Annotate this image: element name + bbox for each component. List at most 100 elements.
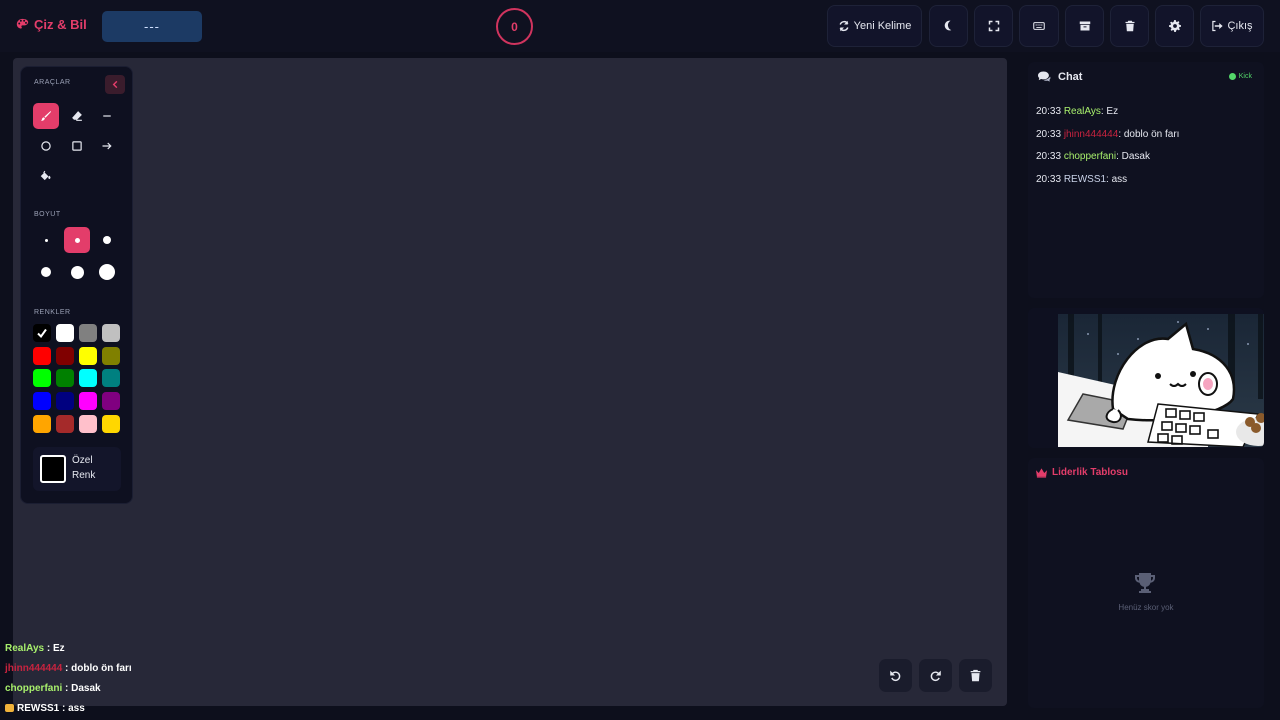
collapse-panel-button[interactable] [105, 75, 125, 94]
leaderboard-panel: Liderlik Tablosu Henüz skor yok [1028, 458, 1264, 708]
leaderboard-empty-text: Henüz skor yok [1118, 603, 1174, 612]
overlay-chat-line: REWSS1 : ass [5, 703, 85, 714]
eraser-tool[interactable] [64, 103, 90, 129]
size-option-4[interactable] [33, 259, 59, 285]
top-bar: Çiz & Bil --- 0 Yeni Kelime Çıkış [0, 0, 1280, 52]
badge-icon [5, 704, 14, 713]
arrow-tool[interactable] [94, 133, 120, 159]
overlay-chat-user: jhinn444444 [5, 663, 63, 674]
size-option-1[interactable] [33, 227, 59, 253]
drawing-canvas[interactable] [13, 58, 1007, 706]
leaderboard-header: Liderlik Tablosu [1036, 467, 1128, 478]
fill-bucket-icon [40, 170, 51, 181]
comments-icon [1038, 71, 1051, 82]
fullscreen-button[interactable] [974, 5, 1013, 47]
chat-message-time: 20:33 [1036, 106, 1062, 117]
color-swatch[interactable] [79, 369, 97, 388]
settings-button[interactable] [1155, 5, 1194, 47]
size-option-3[interactable] [94, 227, 120, 253]
custom-color-preview [40, 455, 66, 483]
color-swatch[interactable] [79, 324, 97, 342]
size-option-6[interactable] [94, 259, 120, 285]
color-swatch[interactable] [102, 324, 120, 342]
clear-canvas-button[interactable] [959, 659, 992, 692]
kick-status: Kick [1228, 73, 1252, 80]
keyboard-icon [1033, 22, 1045, 30]
custom-color-label-line2: Renk [72, 470, 96, 481]
color-swatch[interactable] [33, 324, 51, 342]
arrow-right-icon [102, 142, 112, 150]
keyboard-button[interactable] [1019, 5, 1059, 47]
color-swatch[interactable] [56, 414, 74, 433]
rectangle-tool[interactable] [64, 133, 90, 159]
overlay-chat-line: jhinn444444 : doblo ön farı [5, 663, 132, 674]
logout-label: Çıkış [1227, 20, 1253, 32]
color-swatch[interactable] [56, 324, 74, 342]
word-hint: --- [102, 11, 202, 42]
color-swatch[interactable] [102, 346, 120, 365]
chat-panel: Chat Kick 20:33 RealAys: Ez 20:33 jhinn44… [1028, 62, 1264, 298]
color-swatch[interactable] [56, 369, 74, 388]
overlay-chat-line: RealAys : Ez [5, 643, 65, 654]
color-swatch[interactable] [56, 346, 74, 365]
archive-button[interactable] [1065, 5, 1104, 47]
chat-message: 20:33 chopperfani: Dasak [1036, 151, 1150, 162]
color-swatch[interactable] [102, 369, 120, 388]
brush-icon [41, 111, 52, 121]
dark-mode-button[interactable] [929, 5, 968, 47]
chat-message-time: 20:33 [1036, 151, 1062, 163]
color-swatch[interactable] [33, 392, 51, 411]
color-swatch[interactable] [102, 414, 120, 433]
brush-tool[interactable] [33, 103, 59, 129]
chat-message-time: 20:33 [1036, 128, 1062, 140]
colors-section-title: RENKLER [34, 309, 71, 316]
chat-message-time: 20:33 [1036, 174, 1062, 186]
color-swatch[interactable] [79, 392, 97, 411]
color-swatch[interactable] [79, 346, 97, 365]
color-swatch[interactable] [56, 392, 74, 411]
overlay-chat-text: : Ez [44, 643, 65, 654]
overlay-chat-text: : ass [59, 703, 85, 714]
bongo-cat-image [1058, 314, 1264, 447]
kick-label: Kick [1238, 73, 1252, 80]
undo-icon [890, 670, 901, 682]
custom-color-button[interactable]: Özel Renk [33, 447, 121, 491]
moon-icon [944, 20, 951, 31]
overlay-chat-line: chopperfani : Dasak [5, 683, 101, 694]
color-swatch[interactable] [79, 414, 97, 433]
overlay-chat-user: chopperfani [5, 683, 63, 694]
new-word-label: Yeni Kelime [853, 20, 912, 32]
undo-button[interactable] [879, 659, 912, 692]
circle-icon [41, 141, 51, 151]
color-swatch[interactable] [33, 414, 51, 433]
chat-message: 20:33 jhinn444444: doblo ön farı [1036, 129, 1179, 140]
refresh-icon [839, 20, 849, 32]
color-swatch[interactable] [33, 346, 51, 365]
rectangle-icon [72, 141, 82, 151]
chat-message-user: RealAys [1063, 106, 1101, 117]
chat-message-text: : Ez [1100, 106, 1119, 117]
color-swatch[interactable] [102, 392, 120, 411]
sign-out-icon [1212, 20, 1224, 32]
fullscreen-icon [988, 20, 999, 32]
chat-message-user: jhinn444444 [1063, 128, 1119, 140]
eraser-icon [72, 111, 82, 121]
redo-button[interactable] [919, 659, 952, 692]
circle-tool[interactable] [33, 133, 59, 159]
chevron-left-icon [112, 80, 117, 89]
line-tool[interactable] [94, 103, 120, 129]
overlay-chat-text: : doblo ön farı [62, 663, 132, 674]
size-option-5[interactable] [64, 259, 90, 285]
chat-message-text: : ass [1106, 174, 1128, 186]
clear-button[interactable] [1110, 5, 1149, 47]
color-swatch[interactable] [33, 369, 51, 388]
new-word-button[interactable]: Yeni Kelime [827, 5, 922, 47]
fill-tool[interactable] [33, 163, 59, 189]
trash-icon [1125, 20, 1134, 32]
app-title: Çiz & Bil [34, 17, 87, 32]
chat-message-user: chopperfani [1063, 151, 1117, 163]
tool-panel: ARAÇLAR BOYUT RENKLER Özel Renk [20, 66, 133, 504]
logout-button[interactable]: Çıkış [1200, 5, 1264, 47]
app-logo: Çiz & Bil [16, 17, 87, 32]
size-option-2[interactable] [64, 227, 90, 253]
